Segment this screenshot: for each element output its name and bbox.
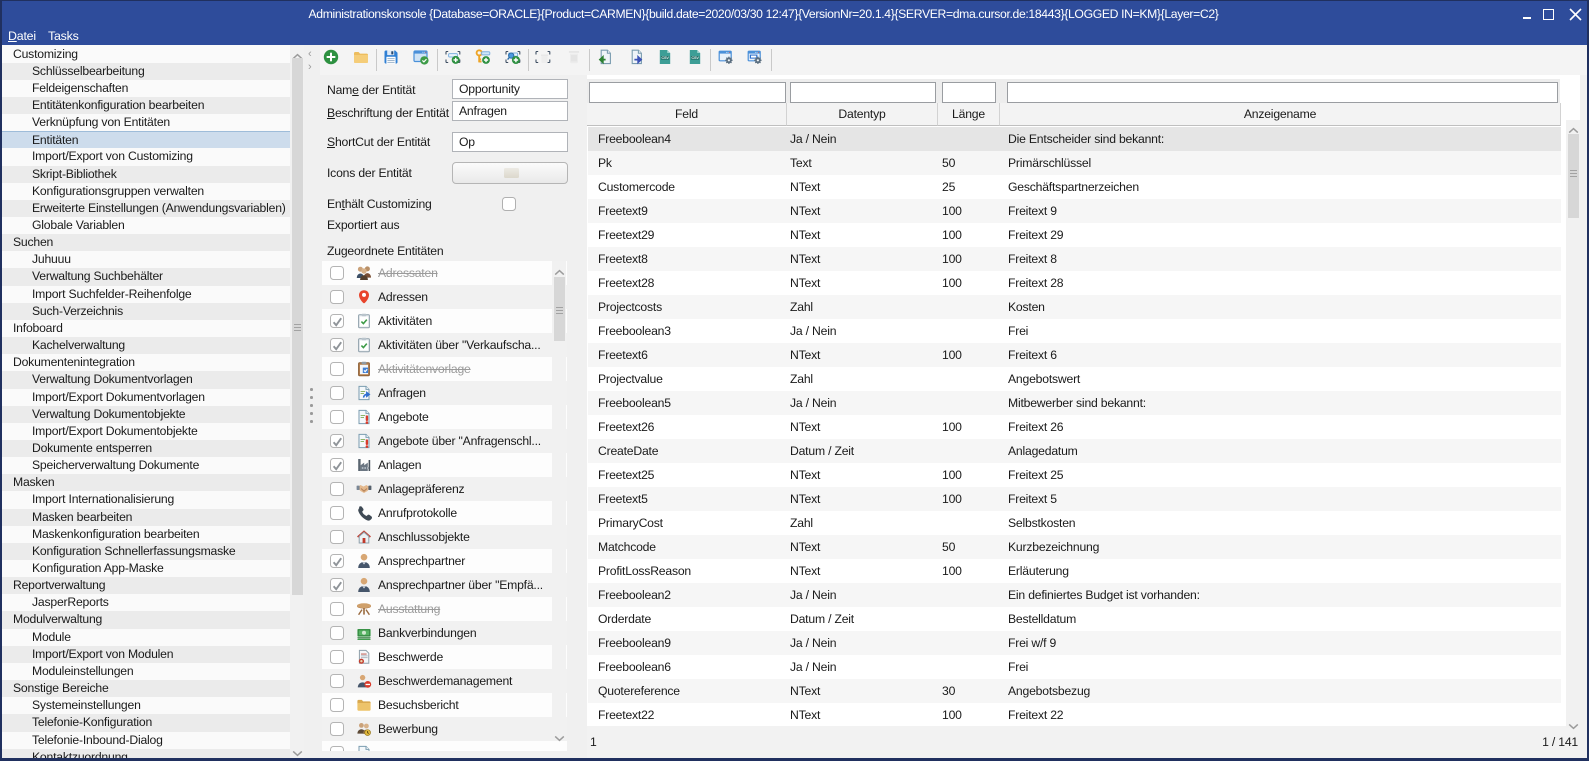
svg-text:CSV: CSV xyxy=(691,55,699,60)
svg-text:CSV: CSV xyxy=(661,55,669,60)
